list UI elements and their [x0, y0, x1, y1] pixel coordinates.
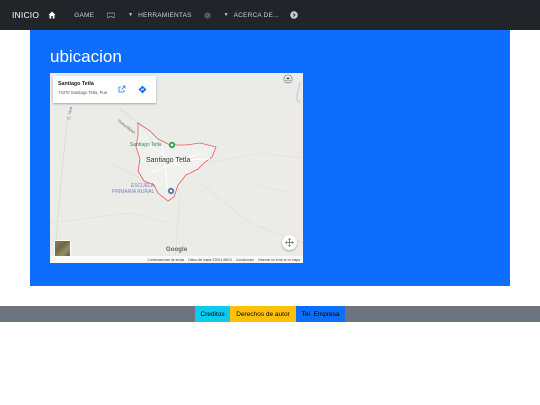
- map-keyboard-shortcuts[interactable]: Combinaciones de teclas: [147, 258, 184, 262]
- creditos-button[interactable]: Creditos: [195, 306, 230, 322]
- location-section: ubicacion Hueyotlipan C. Viva Santiago T…: [30, 30, 510, 286]
- footer-bar: Creditos Derechos de autor Tel. Empresa: [0, 306, 540, 322]
- nav-brand-inicio[interactable]: INICIO: [12, 10, 39, 20]
- nav-item-herramientas[interactable]: HERRAMIENTAS: [138, 12, 192, 19]
- gamepad-icon[interactable]: [107, 12, 116, 18]
- map-marker-label: Santiago Tetla: [130, 142, 162, 148]
- google-logo: Google: [166, 247, 188, 253]
- map-school-label-line2: PRIMARIA RURAL: [112, 188, 155, 195]
- map-town-label: Santiago Tetla: [146, 157, 191, 164]
- nav-item-acerca-de[interactable]: ACERCA DE...: [234, 12, 279, 19]
- place-card: Santiago Tetla 74370 Santiago Tetla, Pue…: [53, 76, 156, 103]
- satellite-toggle[interactable]: [54, 240, 71, 257]
- map-attribution: Combinaciones de teclas Datos del mapa ©…: [50, 256, 303, 263]
- chevron-down-icon[interactable]: ▼: [224, 12, 229, 18]
- directions-icon[interactable]: [137, 84, 147, 94]
- tel-empresa-button[interactable]: Tel. Empresa: [296, 306, 345, 322]
- map-school-label: ESCUELA PRIMARIA RURAL: [112, 183, 155, 195]
- nav-item-game[interactable]: GAME: [74, 12, 94, 19]
- page-title: ubicacion: [50, 47, 122, 66]
- map-terms-link[interactable]: Condiciones: [236, 258, 254, 262]
- map-report-error-link[interactable]: Informar un error en el mapa: [258, 258, 300, 262]
- place-address: 74370 Santiago Tetla, Pue.: [58, 90, 109, 95]
- derechos-de-autor-button[interactable]: Derechos de autor: [230, 306, 296, 322]
- map-layers-icon[interactable]: [280, 73, 295, 85]
- map-data-credit: Datos del mapa ©2024 INEGI: [188, 257, 232, 262]
- chevron-down-icon[interactable]: ▼: [128, 12, 133, 18]
- info-circle-icon[interactable]: [290, 11, 298, 19]
- open-in-maps-icon[interactable]: [117, 84, 127, 94]
- top-navbar: INICIO GAME ▼ HERRAMIENTAS ▼ ACERCA DE..…: [0, 0, 540, 30]
- place-name: Santiago Tetla: [58, 81, 94, 87]
- embedded-map[interactable]: Hueyotlipan C. Viva Santiago Tetla Santi…: [50, 73, 303, 263]
- home-icon[interactable]: [48, 11, 56, 19]
- gear-icon[interactable]: [204, 11, 211, 19]
- fullscreen-icon[interactable]: [282, 235, 297, 250]
